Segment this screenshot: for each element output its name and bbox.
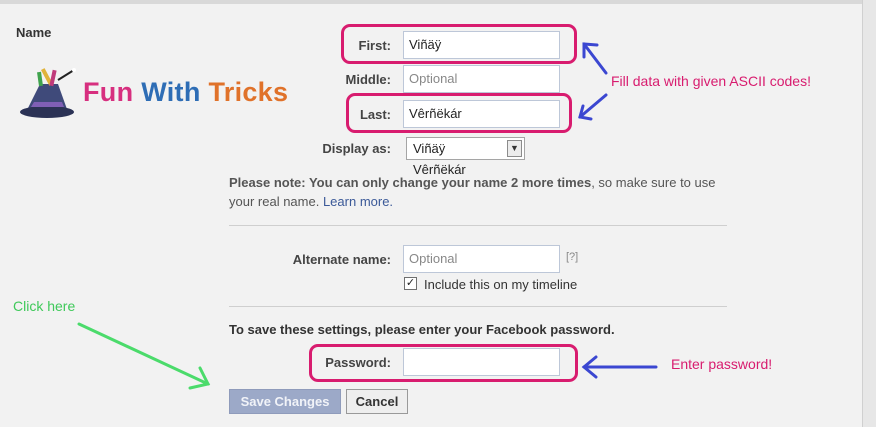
fill-data-annotation: Fill data with given ASCII codes!	[611, 73, 811, 89]
click-here-annotation: Click here	[13, 298, 76, 314]
green-arrow-click	[77, 322, 211, 390]
blue-arrow-first	[582, 42, 608, 75]
enter-password-annotation: Enter password!	[671, 356, 773, 372]
blue-arrow-last	[578, 93, 608, 121]
blue-arrow-password	[581, 355, 658, 379]
